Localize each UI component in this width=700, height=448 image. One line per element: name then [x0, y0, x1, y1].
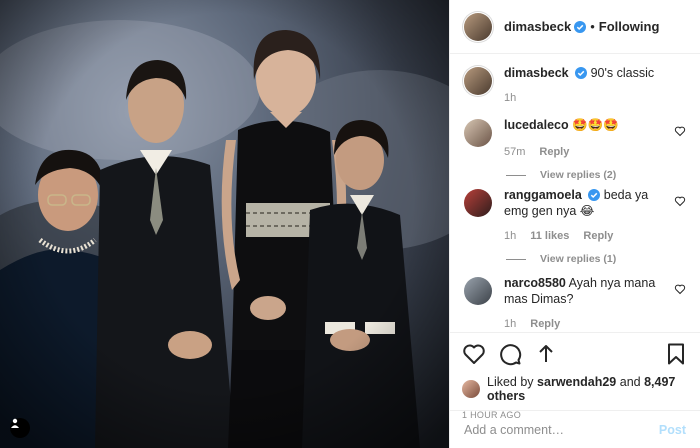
- likes-connector: and: [619, 375, 641, 389]
- comment-like-heart-icon[interactable]: [674, 125, 686, 137]
- comment-item: narco8580 Ayah nya mana mas Dimas? 1h Re…: [464, 275, 686, 335]
- comment-username[interactable]: narco8580: [504, 276, 566, 290]
- comment-like-heart-icon[interactable]: [674, 195, 686, 207]
- comment-likes[interactable]: 11 likes: [530, 228, 569, 244]
- share-icon[interactable]: [534, 342, 558, 366]
- comment-time: 1h: [504, 230, 517, 242]
- comment-item: lucedaleco 🤩🤩🤩 57m Reply View replies (2…: [464, 117, 686, 187]
- liker-username[interactable]: sarwendah29: [537, 375, 616, 389]
- view-replies-button[interactable]: View replies (2): [504, 167, 664, 183]
- add-comment-bar: Post: [450, 410, 700, 448]
- following-button[interactable]: Following: [599, 19, 660, 34]
- verified-badge-icon: [574, 20, 587, 33]
- instagram-post-view: dimasbeck • Following dimasbeck 90's cla…: [0, 0, 700, 448]
- comment-icon[interactable]: [498, 342, 522, 366]
- likes-prefix: Liked by: [487, 375, 534, 389]
- verified-badge-icon: [575, 67, 588, 79]
- commenter-avatar[interactable]: [464, 119, 492, 147]
- comment-like-heart-icon[interactable]: [674, 283, 686, 295]
- commenter-avatar[interactable]: [464, 189, 492, 217]
- post-header: dimasbeck • Following: [450, 0, 700, 54]
- reply-button[interactable]: Reply: [583, 228, 613, 244]
- caption: dimasbeck 90's classic 1h: [464, 65, 686, 117]
- heart-icon[interactable]: [462, 342, 486, 366]
- verified-badge-icon: [588, 189, 601, 201]
- comment-text: 🤩🤩🤩: [572, 118, 619, 132]
- author-avatar[interactable]: [464, 12, 492, 41]
- caption-time: 1h: [504, 92, 517, 104]
- family-portrait-illustration: [0, 0, 449, 448]
- liker-avatar[interactable]: [462, 380, 480, 398]
- post-photo[interactable]: [0, 0, 449, 448]
- comment-item: ranggamoela beda ya emg gen nya 😂 1h 11 …: [464, 187, 686, 275]
- bookmark-icon[interactable]: [664, 342, 688, 366]
- commenter-avatar[interactable]: [464, 277, 492, 305]
- view-replies-button[interactable]: View replies (1): [504, 251, 664, 267]
- caption-username[interactable]: dimasbeck: [504, 66, 569, 80]
- comment-username[interactable]: ranggamoela: [504, 188, 582, 202]
- comments-list[interactable]: dimasbeck 90's classic 1h lucedaleco 🤩🤩🤩…: [450, 55, 700, 332]
- comment-username[interactable]: lucedaleco: [504, 118, 569, 132]
- caption-text: 90's classic: [590, 66, 655, 80]
- add-comment-input[interactable]: [464, 422, 659, 437]
- separator-dot: •: [590, 19, 595, 34]
- likes-summary: Liked by sarwendah29 and 8,497 others: [462, 375, 688, 403]
- user-tag-icon[interactable]: [10, 418, 30, 438]
- comment-time: 1h: [504, 318, 517, 330]
- author-username[interactable]: dimasbeck: [504, 19, 571, 34]
- post-details-panel: dimasbeck • Following dimasbeck 90's cla…: [449, 0, 700, 448]
- comment-time: 57m: [504, 146, 526, 158]
- post-comment-button[interactable]: Post: [659, 423, 686, 437]
- reply-button[interactable]: Reply: [530, 316, 560, 332]
- caption-avatar[interactable]: [464, 67, 492, 95]
- reply-button[interactable]: Reply: [539, 144, 569, 160]
